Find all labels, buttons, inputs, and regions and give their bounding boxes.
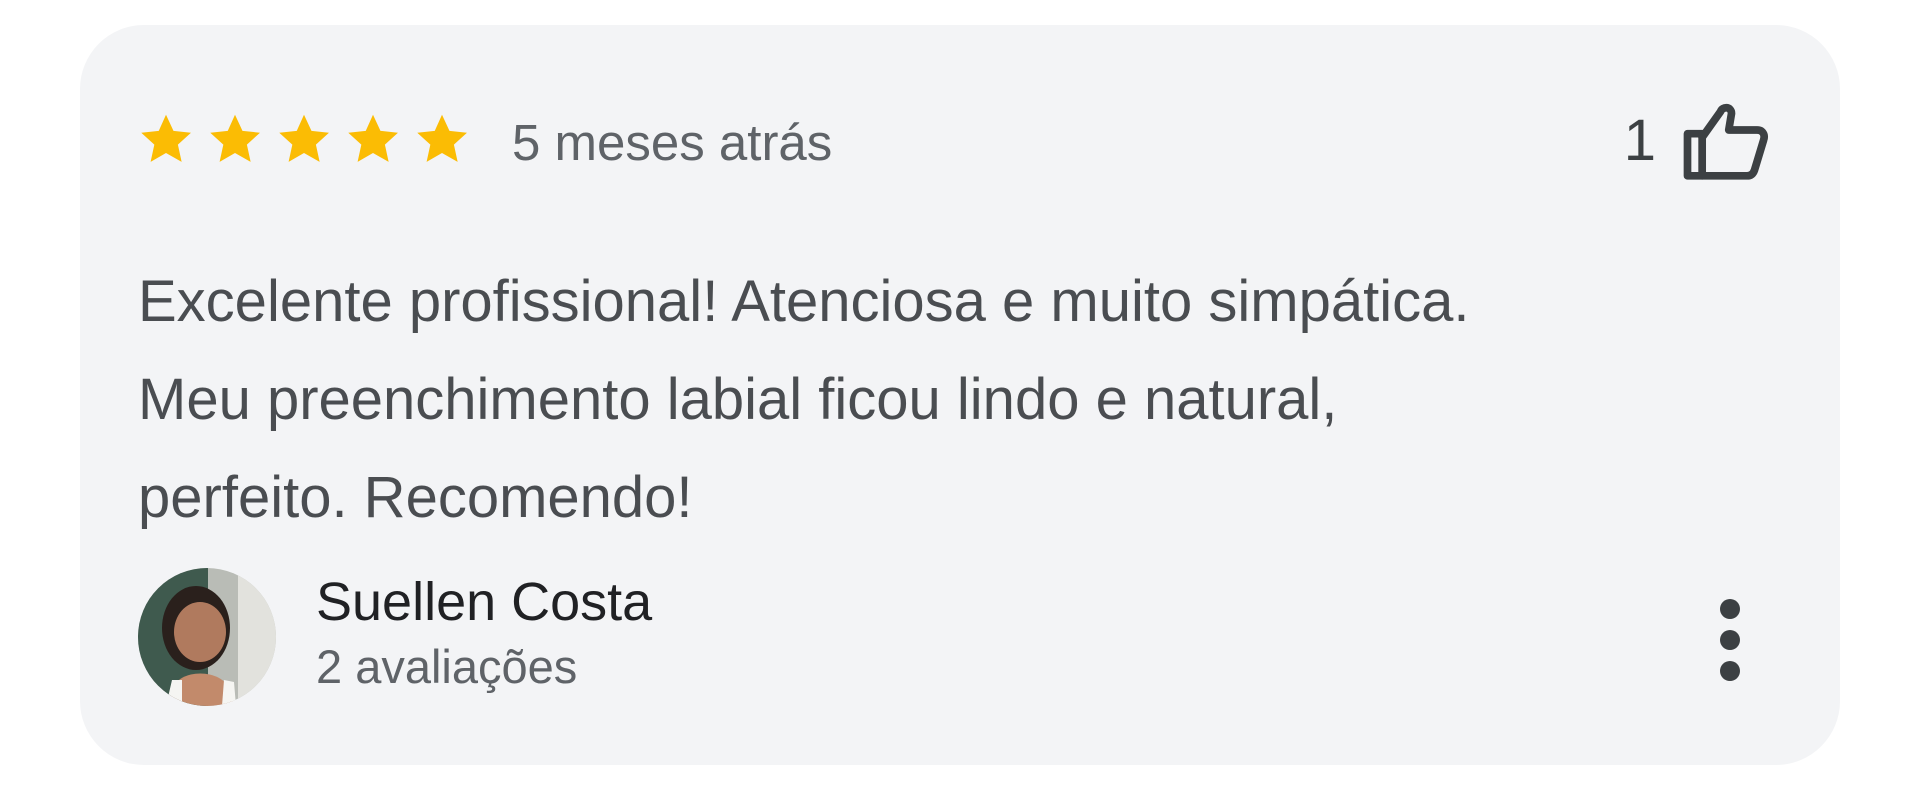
star-rating [138, 111, 470, 167]
like-count: 1 [1623, 108, 1656, 173]
author-info: Suellen Costa 2 avaliações [316, 569, 652, 699]
more-vert-icon [1720, 661, 1740, 681]
avatar[interactable] [138, 568, 276, 706]
star-icon [417, 114, 467, 162]
like-area: 1 [1624, 91, 1772, 191]
review-text: Excelente profissional! Atenciosa e muit… [138, 269, 1470, 530]
avatar-photo [138, 568, 276, 706]
like-button[interactable] [1680, 95, 1772, 187]
author-name[interactable]: Suellen Costa [316, 569, 652, 635]
more-vert-icon [1720, 599, 1740, 619]
more-options-button[interactable] [1710, 585, 1750, 695]
star-icon [141, 114, 191, 162]
review-card: 5 meses atrás 1 Excelente profissional! … [80, 25, 1840, 765]
review-time: 5 meses atrás [512, 114, 833, 171]
star-icon [279, 114, 329, 162]
more-vert-icon [1720, 630, 1740, 650]
star-icon [210, 114, 260, 162]
thumbs-up-icon [1683, 103, 1768, 180]
author-review-count: 2 avaliações [316, 640, 578, 693]
star-icon [348, 114, 398, 162]
